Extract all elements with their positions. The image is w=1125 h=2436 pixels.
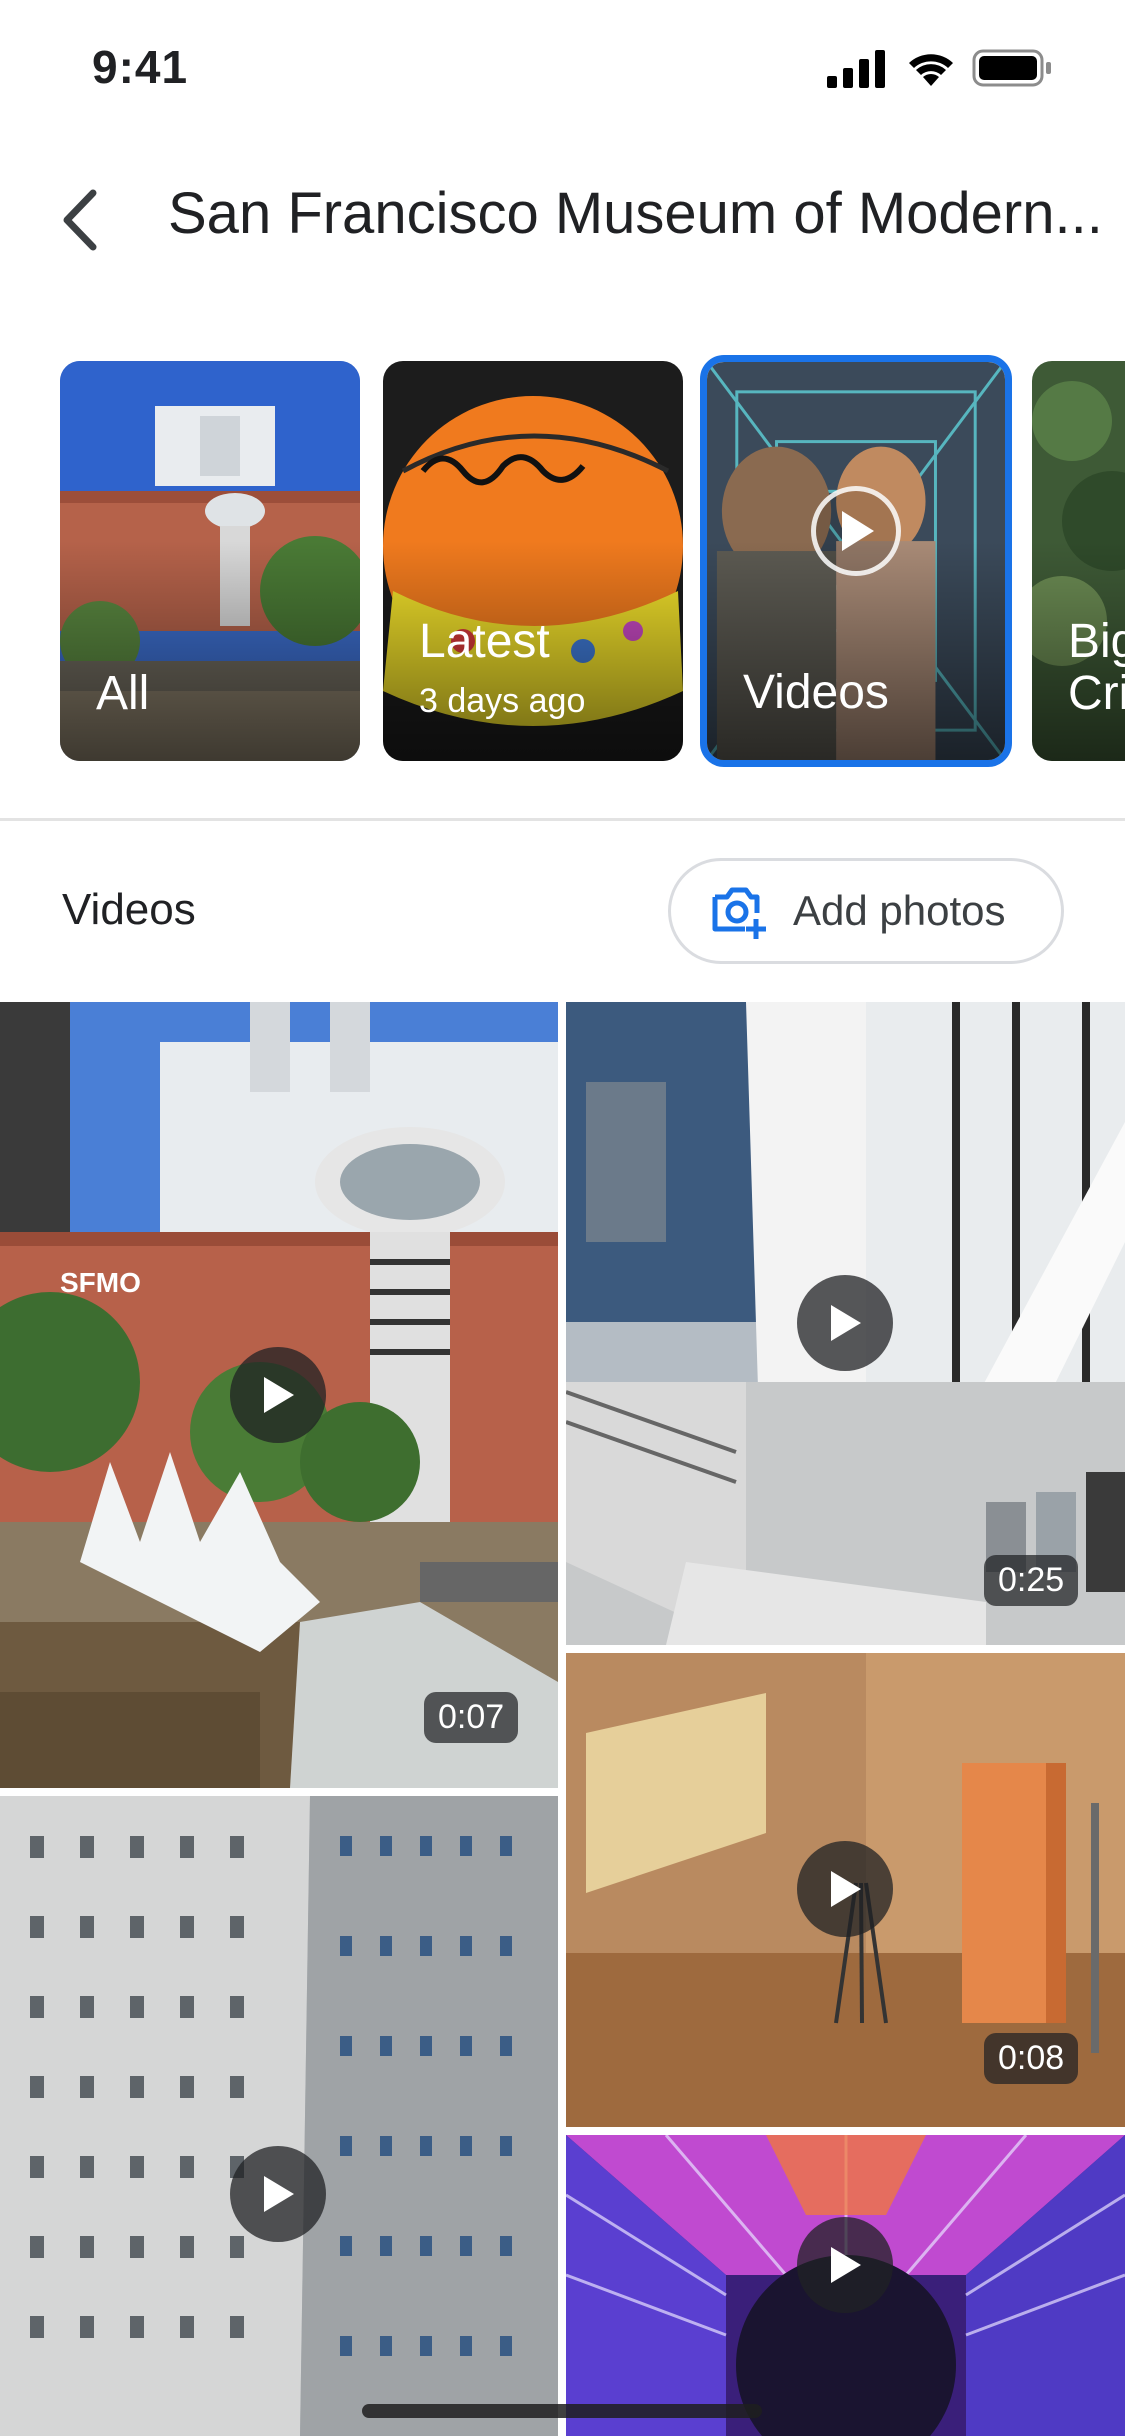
category-label-big: Big <box>1068 615 1125 668</box>
divider <box>0 818 1125 821</box>
play-button[interactable] <box>230 2146 326 2242</box>
header: San Francisco Museum of Modern... <box>0 150 1125 280</box>
play-icon <box>831 2247 861 2283</box>
category-label-videos: Videos <box>743 666 889 719</box>
play-button[interactable] <box>230 1347 326 1443</box>
status-time: 9:41 <box>92 41 189 93</box>
battery-icon <box>972 49 1051 87</box>
add-photos-label: Add photos <box>793 887 1006 934</box>
duration-badge: 0:25 <box>984 1555 1079 1606</box>
home-indicator[interactable] <box>362 2404 762 2418</box>
play-icon <box>831 1871 861 1907</box>
category-card-latest[interactable]: Latest 3 days ago <box>383 361 683 761</box>
category-label-big-line2: Cri <box>1068 667 1125 720</box>
play-button[interactable] <box>797 1275 893 1371</box>
video-tile[interactable] <box>0 1796 558 2436</box>
category-carousel[interactable]: All Latest 3 days ago Videos Big Cri <box>0 355 1125 770</box>
play-icon <box>811 486 901 576</box>
video-tile[interactable]: SFMO 0:07 <box>0 1002 558 1788</box>
play-button[interactable] <box>797 1841 893 1937</box>
skyscraper-image <box>0 1796 558 2436</box>
video-tile[interactable] <box>566 2135 1125 2436</box>
play-button[interactable] <box>797 2217 893 2313</box>
status-icons <box>827 48 1077 88</box>
svg-text:SFMO: SFMO <box>60 1267 141 1298</box>
play-icon <box>264 2176 294 2212</box>
category-card-big[interactable]: Big Cri <box>1032 361 1125 761</box>
video-tile[interactable]: 0:08 <box>566 1653 1125 2127</box>
page-title: San Francisco Museum of Modern... <box>168 181 1103 246</box>
video-tile[interactable]: 0:25 <box>566 1002 1125 1645</box>
duration-badge: 0:07 <box>424 1692 519 1743</box>
add-photos-button[interactable]: Add photos <box>668 858 1064 964</box>
add-photo-camera-icon <box>712 887 766 939</box>
wifi-icon <box>909 54 953 86</box>
category-card-all[interactable]: All <box>60 361 360 761</box>
duration-badge: 0:08 <box>984 2033 1079 2084</box>
cellular-signal-icon <box>827 50 885 88</box>
category-label-all: All <box>96 667 150 720</box>
back-arrow-icon <box>63 189 97 251</box>
play-icon <box>831 1305 861 1341</box>
category-card-videos[interactable]: Videos <box>700 355 1012 767</box>
section-title: Videos <box>62 885 196 934</box>
category-sublabel-latest: 3 days ago <box>419 682 586 720</box>
category-label-latest: Latest <box>419 615 550 668</box>
back-button[interactable] <box>30 170 130 270</box>
status-bar: 9:41 <box>0 0 1125 132</box>
play-icon <box>264 1377 294 1413</box>
video-grid: SFMO 0:07 0:25 0:08 <box>0 1002 1125 2436</box>
